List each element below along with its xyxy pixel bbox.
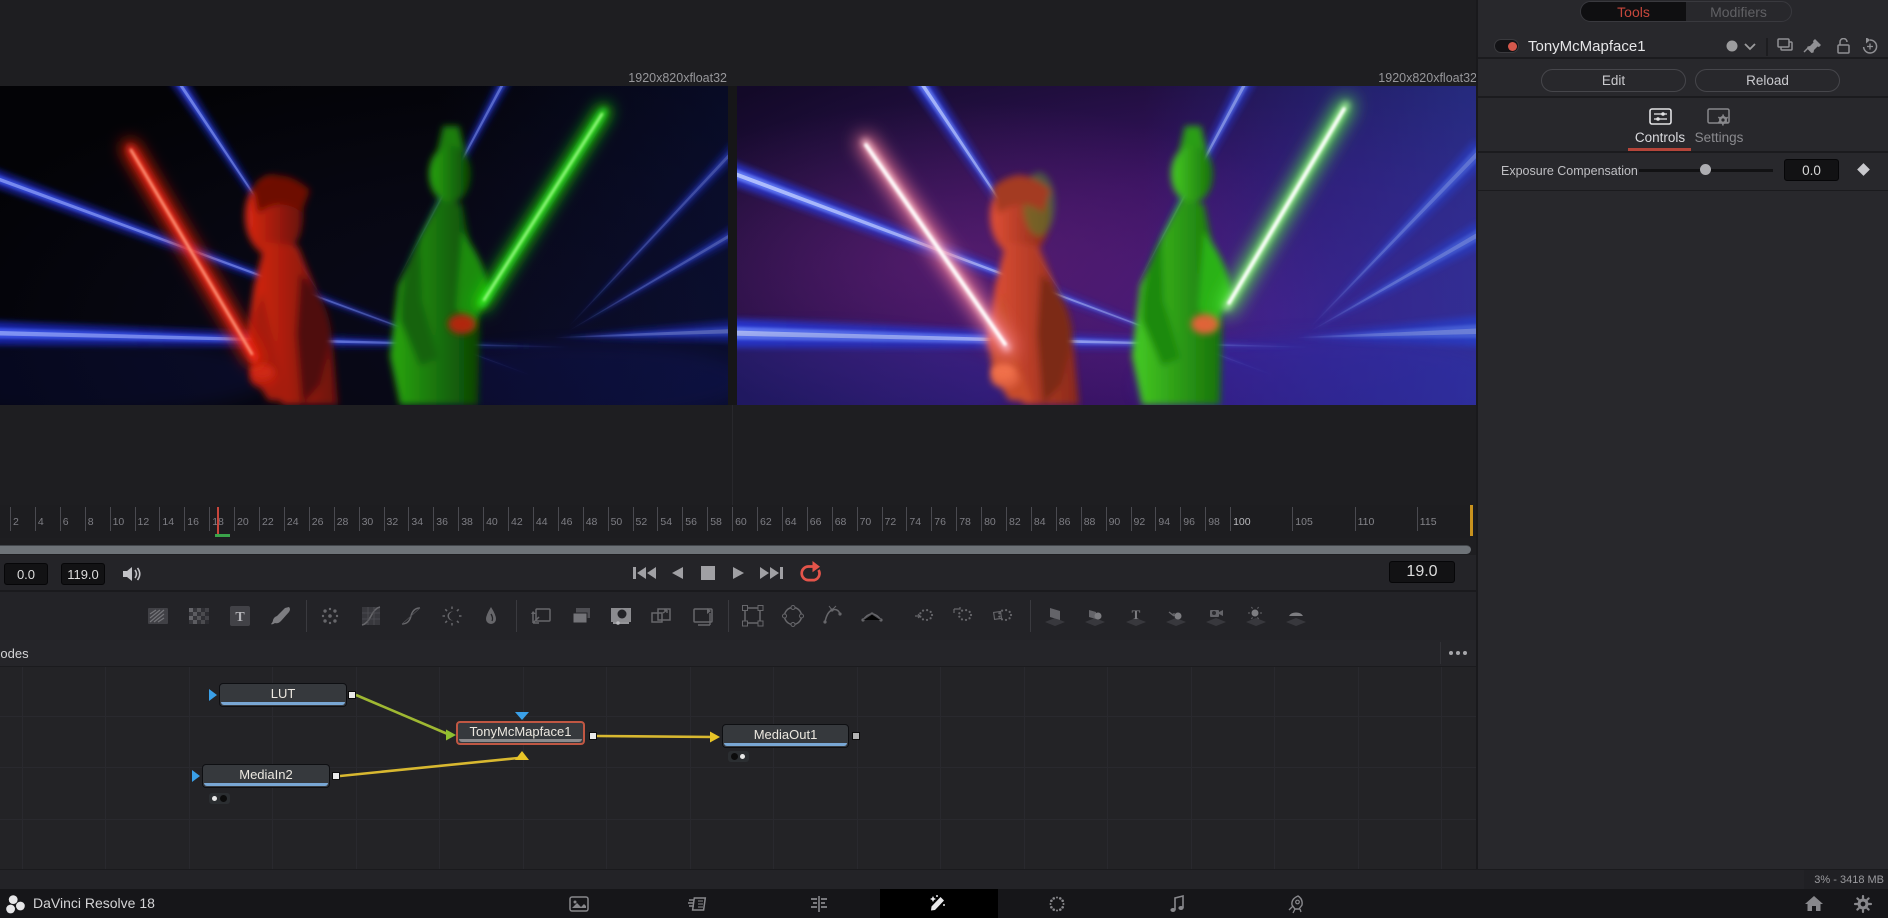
svg-text:T: T xyxy=(235,610,245,625)
svg-text:T: T xyxy=(1132,607,1141,622)
